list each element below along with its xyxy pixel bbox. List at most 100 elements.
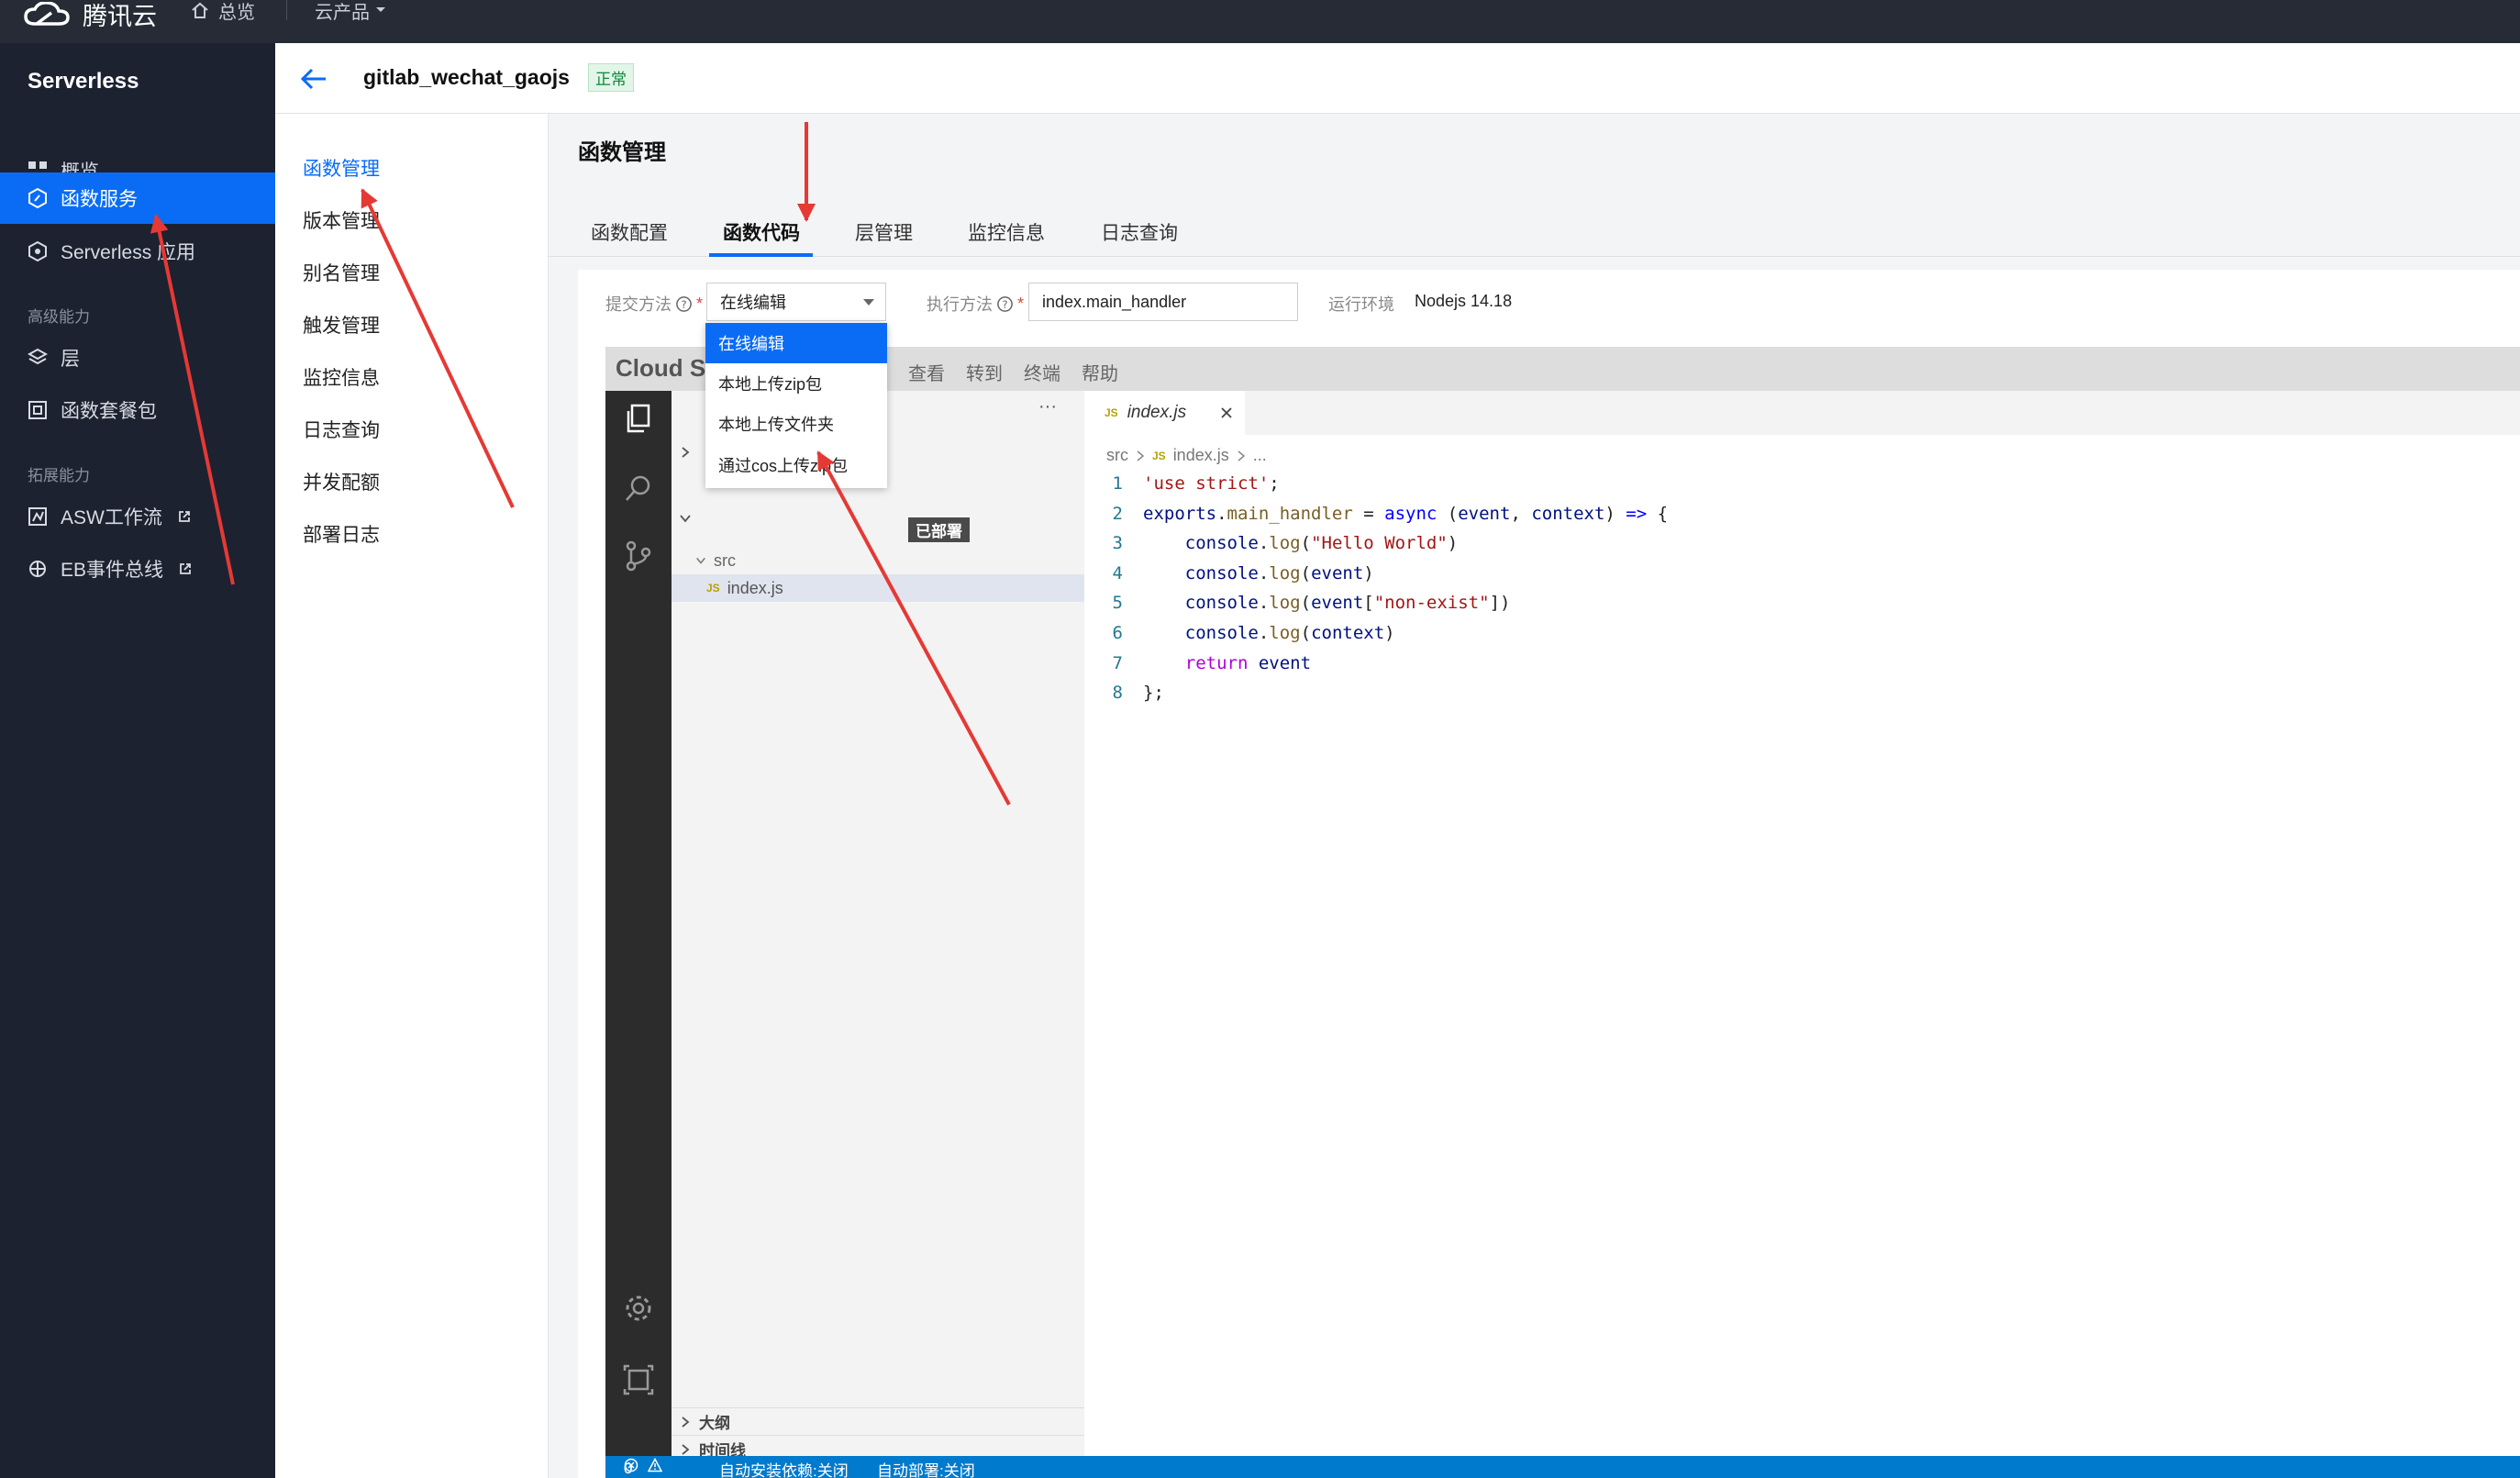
code-text: console.log(event)	[1184, 562, 1374, 583]
auto-deploy-status[interactable]: 自动部署:关闭	[877, 1458, 975, 1478]
subnav-item-log-query[interactable]: 日志查询	[303, 416, 380, 443]
products-menu[interactable]: 云产品	[315, 0, 386, 23]
ide-menu-goto[interactable]: 转到	[966, 359, 1003, 385]
chevron-right-icon	[1238, 450, 1245, 461]
caret-down-icon	[376, 7, 385, 12]
function-icon	[28, 188, 47, 208]
help-circle-icon[interactable]: ?	[996, 295, 1014, 313]
active-tab-indicator	[709, 253, 813, 257]
code-line[interactable]: 6 console.log(context)	[1084, 623, 1395, 649]
code-text: console.log("Hello World")	[1184, 533, 1459, 554]
subnav-item-monitoring[interactable]: 监控信息	[303, 363, 380, 391]
explorer-files-icon[interactable]	[622, 402, 655, 435]
breadcrumb-more[interactable]: ...	[1253, 446, 1267, 465]
warning-count: 0	[624, 1460, 633, 1477]
back-arrow-icon[interactable]	[300, 67, 327, 91]
sidebar-item-asw-workflow[interactable]: ASW工作流	[0, 491, 275, 542]
tab-function-config[interactable]: 函数配置	[591, 211, 668, 246]
exec-method-label: 执行方法 ? *	[927, 292, 1024, 316]
subnav-item-alias-management[interactable]: 别名管理	[303, 259, 380, 286]
sidebar-item-eb-event-bus[interactable]: EB事件总线	[0, 543, 275, 595]
subnav-item-deploy-log[interactable]: 部署日志	[303, 520, 380, 548]
help-circle-icon[interactable]: ?	[675, 295, 693, 313]
ide-menu-terminal[interactable]: 终端	[1024, 359, 1060, 385]
ide-menu-help[interactable]: 帮助	[1082, 359, 1118, 385]
logo-text: 腾讯云	[83, 2, 157, 30]
submit-method-select[interactable]: 在线编辑	[706, 283, 886, 321]
line-number: 2	[1112, 503, 1123, 524]
folder-src[interactable]: src	[672, 547, 1084, 574]
file-index-js[interactable]: JS index.js	[672, 574, 1084, 602]
editor-tab-bar: JS index.js	[1084, 391, 2520, 435]
breadcrumb-file[interactable]: index.js	[1173, 446, 1229, 465]
sidebar-title: Serverless	[28, 69, 139, 94]
source-control-icon[interactable]	[622, 539, 655, 572]
explorer-more-button[interactable]: ···	[1038, 396, 1057, 417]
dropdown-option-cos-zip[interactable]: 通过cos上传zip包	[705, 445, 887, 485]
line-number: 6	[1112, 623, 1123, 643]
outline-label: 大纲	[699, 1415, 730, 1432]
tab-log-query[interactable]: 日志查询	[1101, 211, 1178, 246]
subnav-item-concurrency-quota[interactable]: 并发配额	[303, 468, 380, 495]
sidebar-item-package[interactable]: 函数套餐包	[0, 384, 275, 436]
sidebar-item-layers[interactable]: 层	[0, 332, 275, 383]
code-line[interactable]: 2 exports.main_handler = async (event, co…	[1084, 503, 1669, 529]
auto-install-status[interactable]: 自动安装依赖:关闭	[719, 1458, 849, 1478]
code-line[interactable]: 5 console.log(event["non-exist"])	[1084, 593, 1511, 618]
close-icon[interactable]	[1219, 406, 1234, 420]
subnav-item-version-management[interactable]: 版本管理	[303, 206, 380, 234]
gear-icon[interactable]	[622, 1292, 655, 1325]
code-line[interactable]: 1 'use strict';	[1084, 473, 1280, 499]
sidebar-item-label: 函数套餐包	[61, 401, 157, 422]
remote-screen-icon[interactable]	[622, 1363, 655, 1396]
tab-function-code[interactable]: 函数代码	[723, 211, 800, 246]
sidebar-item-function-service[interactable]: 函数服务	[0, 172, 275, 224]
required-mark: *	[696, 294, 704, 313]
subnav-item-trigger-management[interactable]: 触发管理	[303, 311, 380, 339]
exec-method-input[interactable]: index.main_handler	[1028, 283, 1298, 321]
code-line[interactable]: 7 return event	[1084, 653, 1312, 679]
layers-icon	[28, 348, 48, 365]
explorer-section-outline[interactable]: 大纲	[672, 1407, 1084, 1435]
tab-layer-management[interactable]: 层管理	[855, 211, 913, 246]
line-number: 5	[1112, 593, 1123, 614]
home-label: 总览	[218, 2, 255, 23]
tencent-cloud-logo[interactable]: 腾讯云	[24, 0, 157, 30]
code-text: };	[1143, 683, 1164, 704]
folder-name: src	[714, 550, 736, 570]
workflow-icon	[28, 507, 47, 526]
home-link[interactable]: 总览	[191, 0, 255, 23]
line-number: 1	[1112, 473, 1123, 494]
left-sidebar: Serverless 概览 函数服务 Serverless 应用 高级能力 层 …	[0, 43, 275, 1478]
ide-activity-bar	[605, 391, 672, 1456]
tab-monitoring[interactable]: 监控信息	[968, 211, 1045, 246]
code-line[interactable]: 3 console.log("Hello World")	[1084, 533, 1459, 559]
dropdown-option-online-edit[interactable]: 在线编辑	[705, 323, 887, 363]
sidebar-item-serverless-app[interactable]: Serverless 应用	[0, 226, 275, 277]
sidebar-item-label: EB事件总线	[61, 560, 164, 581]
breadcrumb-src[interactable]: src	[1106, 446, 1128, 465]
code-line[interactable]: 4 console.log(event)	[1084, 563, 1374, 589]
chevron-right-icon	[682, 447, 690, 458]
chevron-right-icon	[682, 1416, 690, 1428]
sidebar-item-label: 函数服务	[61, 189, 138, 210]
submit-method-label: 提交方法 ? *	[605, 292, 703, 316]
js-file-icon: JS	[1105, 406, 1118, 419]
event-bus-icon	[29, 561, 46, 577]
file-name: index.js	[727, 578, 783, 597]
search-icon[interactable]	[622, 472, 655, 505]
cloud-studio-ide: Cloud S 查看 转到 终端 帮助 ··· 已部署 src JS index…	[605, 347, 2520, 1478]
submit-method-value: 在线编辑	[720, 294, 786, 312]
code-line[interactable]: 8};	[1084, 683, 1164, 708]
js-file-icon: JS	[706, 582, 720, 595]
subnav-item-function-management[interactable]: 函数管理	[303, 154, 380, 182]
editor-tab-index-js[interactable]: JS index.js	[1084, 391, 1245, 435]
runtime-label: 运行环境	[1328, 295, 1394, 314]
problems-indicator[interactable]: 0 0	[624, 1458, 662, 1477]
chevron-right-icon	[682, 1443, 690, 1455]
dropdown-option-upload-zip[interactable]: 本地上传zip包	[705, 363, 887, 404]
ide-explorer-panel: ··· 已部署 src JS index.js 大纲 时间线	[672, 391, 1084, 1460]
dropdown-option-upload-folder[interactable]: 本地上传文件夹	[705, 404, 887, 444]
ide-menu-view[interactable]: 查看	[908, 359, 945, 385]
explorer-section-workspace[interactable]	[672, 505, 1084, 532]
